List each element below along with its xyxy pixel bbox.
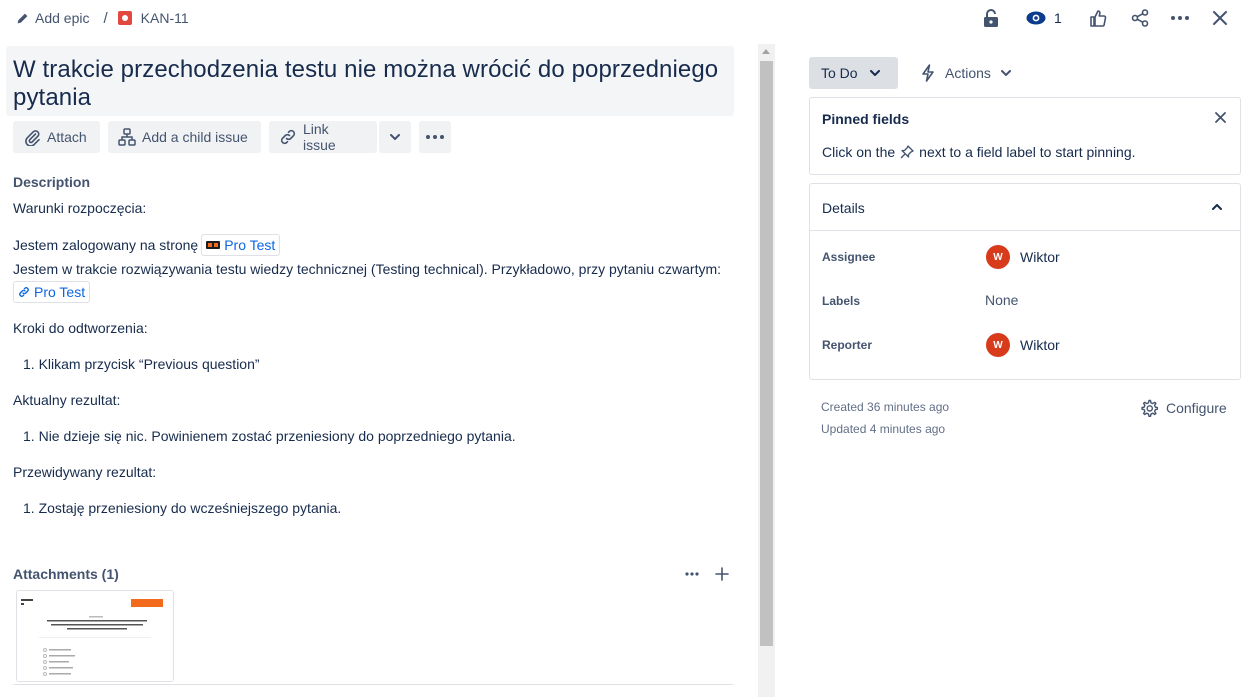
actual-heading: Aktualny rezultat: <box>13 392 121 408</box>
actions-dropdown[interactable]: Actions <box>920 57 1011 89</box>
scrollbar-thumb[interactable] <box>760 61 773 646</box>
list-item: 1. Zostaję przeniesiony do wcześniejszeg… <box>23 500 342 516</box>
attachment-preview-image <box>17 591 173 681</box>
status-label: To Do <box>821 65 858 81</box>
attach-button[interactable]: Attach <box>13 121 100 153</box>
watch-button[interactable]: 1 <box>1026 8 1062 28</box>
logged-in-text: Jestem zalogowany na stronę <box>13 237 199 253</box>
labels-label: Labels <box>822 294 861 308</box>
labels-field[interactable]: None <box>985 292 1018 308</box>
attach-label: Attach <box>47 129 87 145</box>
watch-count: 1 <box>1054 10 1062 26</box>
list-item: 1. Nie dzieje się nic. Powinienem zostać… <box>23 428 516 444</box>
pinned-hint: Click on the next to a field label to st… <box>822 144 1136 160</box>
breadcrumb-separator: / <box>103 9 108 27</box>
issue-key-link[interactable]: KAN-11 <box>141 10 189 26</box>
issue-title-container[interactable]: W trakcie przechodzenia testu nie można … <box>6 46 734 116</box>
thumbs-up-icon[interactable] <box>1082 2 1114 34</box>
pro-test-smart-link[interactable]: Pro Test <box>201 234 281 256</box>
description-conditions: Warunki rozpoczęcia: <box>13 200 147 216</box>
breadcrumb: Add epic / KAN-11 <box>16 8 189 28</box>
step-1-text: Klikam przycisk “Previous question” <box>38 356 260 372</box>
reporter-label: Reporter <box>822 338 873 352</box>
child-issue-icon <box>118 128 136 146</box>
configure-label: Configure <box>1166 400 1227 416</box>
assignee-name: Wiktor <box>1020 249 1060 265</box>
link-icon <box>18 286 30 298</box>
pinned-hint-after: next to a field label to start pinning. <box>919 144 1136 160</box>
details-panel: Details Assignee W Wiktor Labels None Re… <box>809 183 1241 380</box>
configure-button[interactable]: Configure <box>1140 398 1227 418</box>
details-title: Details <box>822 200 865 216</box>
reporter-name: Wiktor <box>1020 337 1060 353</box>
paperclip-icon <box>23 128 41 146</box>
add-child-label: Add a child issue <box>142 129 248 145</box>
status-dropdown[interactable]: To Do <box>809 57 898 89</box>
description-in-progress: Jestem w trakcie rozwiązywania testu wie… <box>13 261 722 277</box>
link-icon <box>279 128 297 146</box>
actions-label: Actions <box>945 65 991 81</box>
avatar: W <box>986 333 1010 357</box>
expected-1-text: Zostaję przeniesiony do wcześniejszego p… <box>38 500 342 516</box>
more-toolbar-button[interactable] <box>419 121 451 153</box>
actual-1-text: Nie dzieje się nic. Powinienem zostać pr… <box>38 428 516 444</box>
reporter-field[interactable]: W Wiktor <box>986 333 1060 357</box>
chevron-down-icon <box>390 134 400 140</box>
share-icon[interactable] <box>1124 2 1156 34</box>
pinned-hint-before: Click on the <box>822 144 896 160</box>
more-actions-icon[interactable] <box>1164 2 1196 34</box>
pin-icon <box>900 145 914 159</box>
attachment-thumbnail[interactable] <box>16 590 174 682</box>
link-issue-dropdown[interactable] <box>379 121 411 153</box>
created-timestamp: Created 36 minutes ago <box>821 400 950 414</box>
attachments-more-icon[interactable] <box>684 566 700 582</box>
ellipsis-icon <box>426 135 444 139</box>
assignee-field[interactable]: W Wiktor <box>986 245 1060 269</box>
add-epic-link[interactable]: Add epic <box>35 10 89 26</box>
list-item: 1. Klikam przycisk “Previous question” <box>23 356 260 372</box>
lightning-icon <box>920 64 936 82</box>
close-pinned-icon[interactable] <box>1215 112 1226 123</box>
site-favicon-icon <box>206 241 221 249</box>
pinned-fields-panel: Pinned fields Click on the next to a fie… <box>809 97 1241 175</box>
close-icon[interactable] <box>1204 2 1236 34</box>
issue-type-icon <box>117 11 132 25</box>
add-child-issue-button[interactable]: Add a child issue <box>108 121 261 153</box>
pinned-fields-title: Pinned fields <box>822 111 910 127</box>
eye-icon <box>1026 11 1046 25</box>
pencil-icon <box>16 12 29 25</box>
attachments-heading: Attachments (1) <box>13 566 119 582</box>
expected-heading: Przewidywany rezultat: <box>13 464 157 480</box>
chevron-down-icon <box>869 70 880 76</box>
chevron-up-icon[interactable] <box>1212 204 1222 210</box>
pro-test-link-2[interactable]: Pro Test <box>13 281 91 303</box>
lock-icon[interactable] <box>975 2 1007 34</box>
description-heading: Description <box>13 174 91 190</box>
scroll-up-arrow-icon[interactable] <box>762 49 770 54</box>
avatar: W <box>986 245 1010 269</box>
assignee-label: Assignee <box>822 250 876 264</box>
updated-timestamp: Updated 4 minutes ago <box>821 422 946 436</box>
chevron-down-icon <box>1000 70 1011 76</box>
pro-test-link-text-2: Pro Test <box>34 284 86 300</box>
scrollbar-track[interactable] <box>758 44 775 697</box>
issue-title[interactable]: W trakcie przechodzenia testu nie można … <box>13 56 728 112</box>
link-issue-button[interactable]: Link issue <box>269 121 377 153</box>
pro-test-link-card[interactable]: Pro Test <box>13 281 91 303</box>
pro-test-link-text: Pro Test <box>224 237 276 253</box>
attachments-divider <box>13 684 733 685</box>
steps-heading: Kroki do odtworzenia: <box>13 320 148 336</box>
link-issue-label: Link issue <box>303 121 336 153</box>
description-logged-in-line: Jestem zalogowany na stronę Pro Test <box>13 234 281 256</box>
gear-icon <box>1140 399 1158 417</box>
add-attachment-icon[interactable] <box>714 566 730 582</box>
details-header[interactable]: Details <box>810 184 1240 231</box>
